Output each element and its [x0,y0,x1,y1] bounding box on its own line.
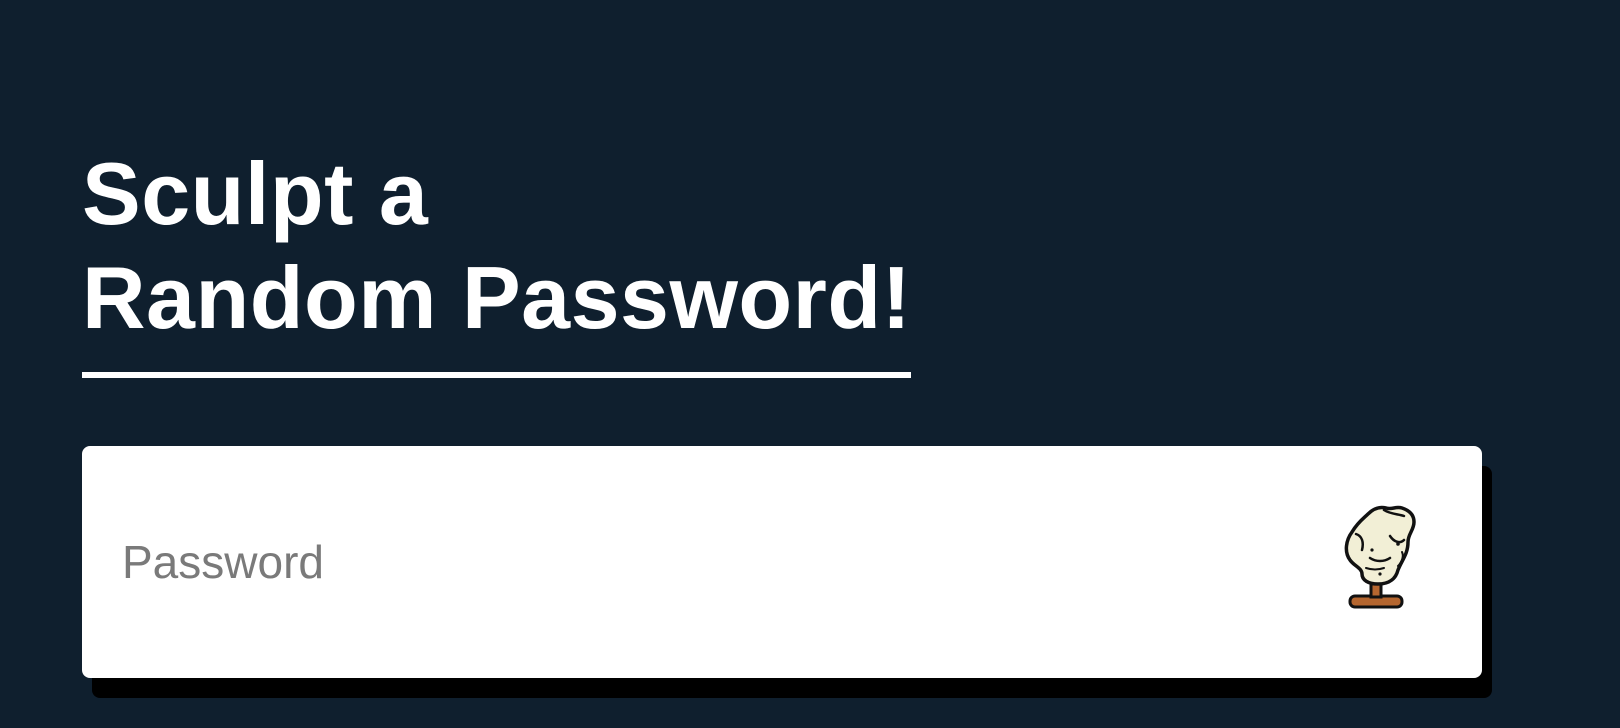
generate-password-button[interactable] [1332,496,1422,622]
password-field-container [82,446,1482,678]
page-title-line-1: Sculpt a [82,144,429,243]
page-title: Sculpt a Random Password! [82,142,912,378]
password-input[interactable] [122,446,1322,678]
page-title-line-2: Random Password! [82,248,912,347]
sculpture-torso-icon [1344,505,1416,609]
